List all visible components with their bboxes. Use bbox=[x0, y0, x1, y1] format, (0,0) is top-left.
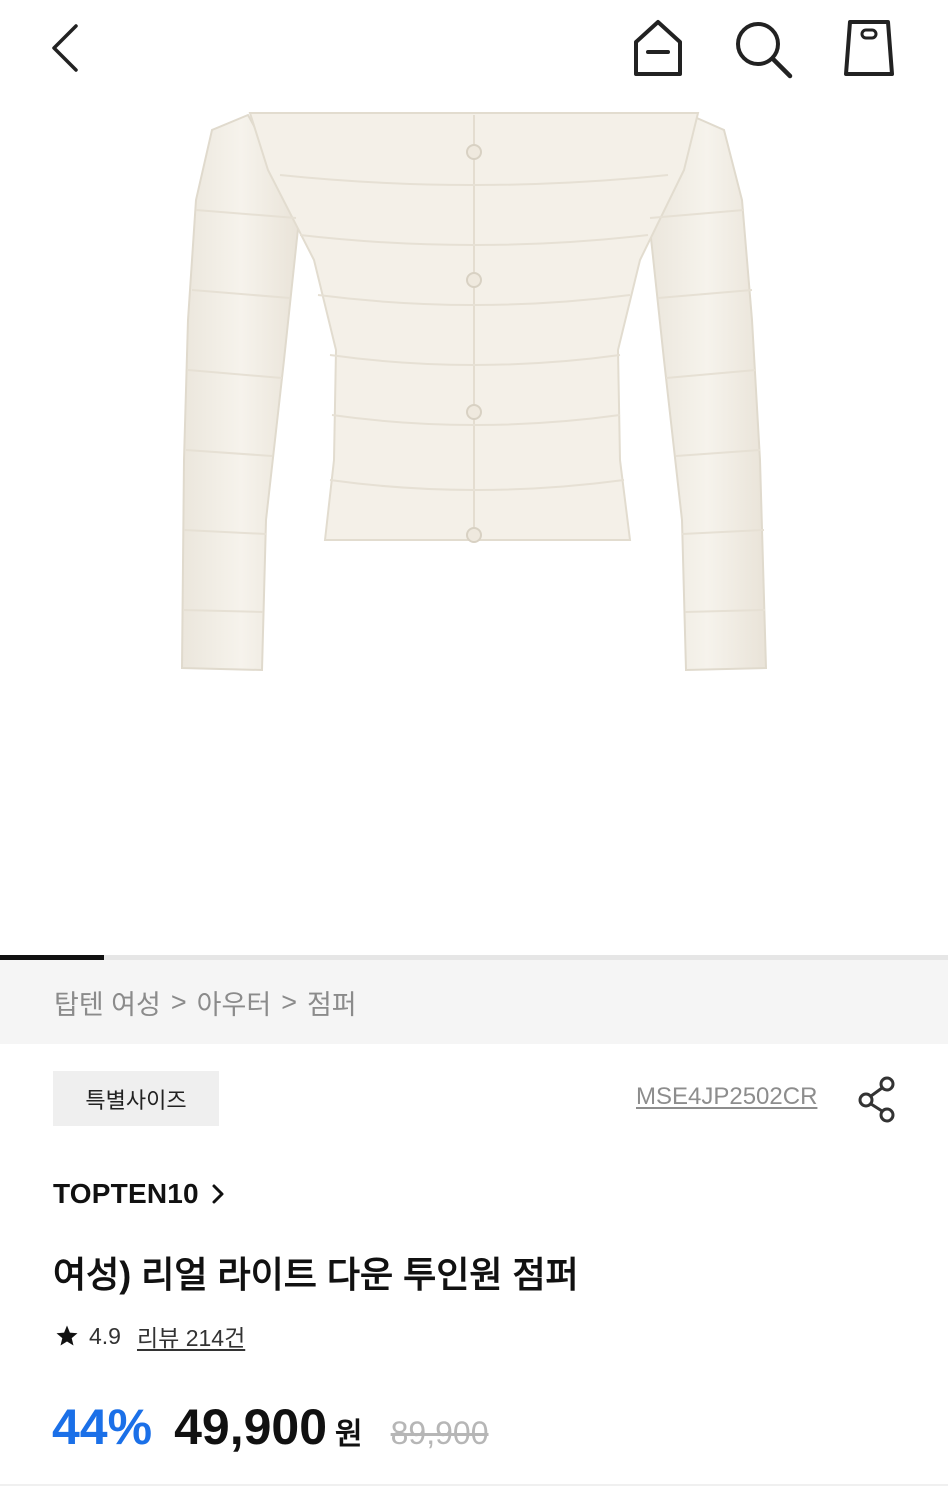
jacket-illustration bbox=[180, 112, 768, 672]
sale-price: 49,900 bbox=[174, 1399, 328, 1455]
breadcrumb: 탑텐 여성 > 아우터 > 점퍼 bbox=[0, 960, 948, 1044]
brand-link[interactable]: TOPTEN10 bbox=[53, 1176, 229, 1212]
breadcrumb-separator: > bbox=[281, 986, 297, 1017]
brand-name: TOPTEN10 bbox=[53, 1178, 199, 1209]
back-button[interactable] bbox=[44, 22, 88, 74]
breadcrumb-item-women[interactable]: 탑텐 여성 bbox=[54, 983, 161, 1022]
product-title: 여성) 리얼 라이트 다운 투인원 점퍼 bbox=[53, 1254, 579, 1295]
breadcrumb-item-outer[interactable]: 아우터 bbox=[197, 983, 272, 1022]
product-image[interactable] bbox=[0, 0, 948, 955]
review-count-link[interactable]: 리뷰 214건 bbox=[137, 1319, 245, 1353]
top-navigation-bar bbox=[0, 0, 948, 100]
currency-unit: 원 bbox=[335, 1418, 363, 1451]
price-row: 44% 49,900 원 89,900 bbox=[52, 1398, 489, 1462]
shopping-bag-button[interactable] bbox=[838, 14, 900, 80]
chevron-right-icon bbox=[212, 1184, 224, 1204]
search-button[interactable] bbox=[730, 16, 796, 80]
breadcrumb-item-jumper[interactable]: 점퍼 bbox=[307, 983, 357, 1022]
discount-rate: 44% bbox=[52, 1399, 153, 1455]
original-price: 89,900 bbox=[390, 1415, 489, 1451]
share-button[interactable] bbox=[857, 1075, 899, 1123]
shopping-bag-icon bbox=[844, 20, 894, 76]
home-icon bbox=[634, 20, 682, 76]
chevron-left-icon bbox=[52, 24, 78, 72]
special-size-badge: 특별사이즈 bbox=[53, 1071, 219, 1126]
product-code-link[interactable]: MSE4JP2502CR bbox=[636, 1083, 817, 1111]
section-divider bbox=[0, 1484, 948, 1486]
star-icon bbox=[56, 1325, 78, 1346]
rating-row: 4.9 리뷰 214건 bbox=[55, 1320, 245, 1352]
breadcrumb-separator: > bbox=[170, 986, 187, 1017]
rating-value: 4.9 bbox=[89, 1322, 121, 1349]
home-button[interactable] bbox=[628, 16, 688, 80]
search-icon bbox=[736, 22, 793, 79]
share-icon bbox=[858, 1076, 895, 1123]
